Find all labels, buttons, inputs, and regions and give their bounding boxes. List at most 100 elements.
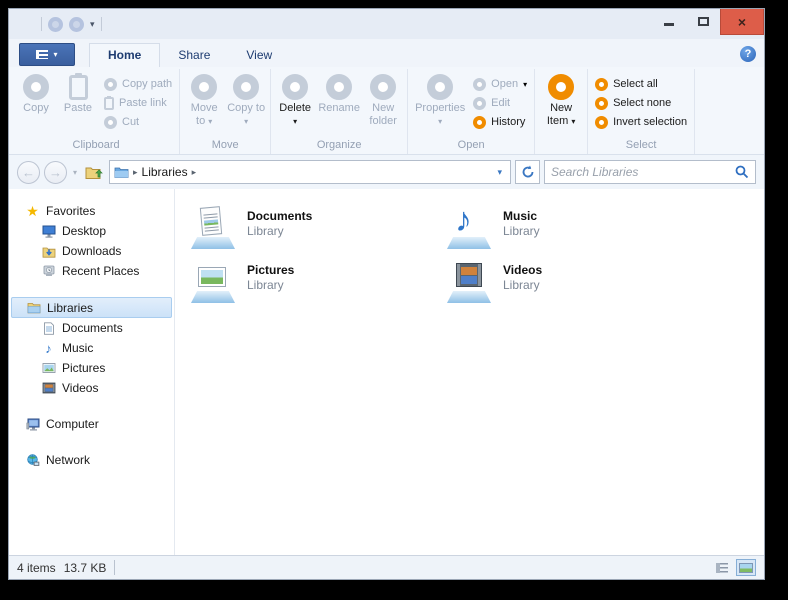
open-button[interactable]: Open ▾: [473, 76, 527, 92]
search-icon[interactable]: [735, 165, 749, 179]
selection-size: 13.7 KB: [64, 561, 107, 575]
recent-pages-chevron-icon[interactable]: ▾: [73, 168, 77, 177]
copy-path-button[interactable]: Copy path: [104, 76, 172, 92]
library-tile-music[interactable]: ♪ Music Library: [439, 203, 695, 257]
edit-icon: [473, 97, 486, 110]
qat-customize-chevron-icon[interactable]: ▾: [90, 20, 95, 29]
qat-button-2-icon[interactable]: [69, 17, 84, 32]
rename-icon: [326, 74, 352, 100]
sidebar-item-label: Documents: [62, 321, 123, 335]
sidebar-item-documents[interactable]: Documents: [11, 318, 172, 338]
copy-to-icon: [233, 74, 259, 100]
ribbon-group-organize: Delete▾ Rename New folder Organize: [271, 69, 408, 154]
new-folder-button[interactable]: New folder: [362, 71, 404, 128]
invert-selection-icon: [595, 116, 608, 129]
library-tile-videos[interactable]: Videos Library: [439, 257, 695, 311]
refresh-icon: [521, 165, 535, 179]
library-tile-documents[interactable]: Documents Library: [183, 203, 439, 257]
rename-button[interactable]: Rename: [316, 71, 362, 115]
file-menu-button[interactable]: ▾: [19, 43, 75, 66]
item-type: Library: [247, 278, 294, 292]
history-button[interactable]: History: [473, 114, 527, 130]
recent-places-icon: [41, 264, 56, 279]
item-name: Videos: [503, 263, 542, 277]
refresh-button[interactable]: [515, 160, 540, 184]
star-icon: ★: [25, 204, 40, 219]
group-label-move: Move: [183, 137, 267, 154]
search-input[interactable]: [545, 165, 735, 179]
details-view-button[interactable]: [712, 559, 732, 576]
search-box: [544, 160, 756, 184]
breadcrumb-libraries[interactable]: Libraries: [142, 165, 188, 179]
ribbon-group-new: New Item ▾: [535, 69, 588, 154]
sidebar-item-downloads[interactable]: Downloads: [11, 241, 172, 261]
delete-button[interactable]: Delete▾: [274, 71, 316, 128]
properties-icon: [427, 74, 453, 100]
sidebar-item-pictures[interactable]: Pictures: [11, 358, 172, 378]
sidebar-item-label: Network: [46, 453, 90, 467]
breadcrumb-arrow-icon[interactable]: ▸: [192, 167, 197, 178]
sidebar-gap: [9, 398, 174, 414]
maximize-icon: [698, 17, 709, 26]
move-to-button[interactable]: Move to ▾: [183, 71, 225, 128]
tab-view[interactable]: View: [228, 44, 290, 67]
videos-library-icon: [443, 259, 495, 305]
sidebar-item-videos[interactable]: Videos: [11, 378, 172, 398]
edit-button[interactable]: Edit: [473, 95, 527, 111]
quick-access-toolbar: ▾: [41, 17, 102, 32]
sidebar-item-computer[interactable]: Computer: [11, 414, 172, 434]
select-none-button[interactable]: Select none: [595, 95, 687, 111]
thumbnail-view-button[interactable]: [736, 559, 756, 576]
up-folder-icon: [85, 164, 103, 180]
qat-button-1-icon[interactable]: [48, 17, 63, 32]
select-all-button[interactable]: Select all: [595, 76, 687, 92]
sidebar-item-libraries[interactable]: Libraries: [11, 297, 172, 318]
group-label-organize: Organize: [274, 137, 404, 154]
new-item-button[interactable]: New Item ▾: [538, 71, 584, 128]
close-button[interactable]: ×: [720, 9, 764, 35]
sidebar-item-favorites[interactable]: ★ Favorites: [11, 201, 172, 221]
back-button[interactable]: ←: [17, 161, 40, 184]
tab-home[interactable]: Home: [89, 43, 160, 67]
address-box[interactable]: ▸ Libraries ▸ ▾: [109, 160, 511, 184]
downloads-icon: [41, 244, 56, 259]
sidebar-item-label: Libraries: [47, 301, 93, 315]
main-area: ★ Favorites Desktop Downloads Recent Pl: [9, 189, 764, 555]
divider: [114, 560, 115, 575]
item-count: 4 items: [17, 561, 56, 575]
details-view-icon: [716, 563, 728, 573]
copy-to-button[interactable]: Copy to ▾: [225, 71, 267, 128]
copy-button[interactable]: Copy: [16, 71, 56, 115]
sidebar-item-music[interactable]: ♪ Music: [11, 338, 172, 358]
ribbon-group-clipboard: Copy Paste Copy path Paste link: [13, 69, 180, 154]
maximize-button[interactable]: [686, 9, 720, 31]
forward-button[interactable]: →: [44, 161, 67, 184]
invert-selection-button[interactable]: Invert selection: [595, 114, 687, 130]
paste-link-button[interactable]: Paste link: [104, 95, 172, 111]
address-history-chevron-icon[interactable]: ▾: [493, 167, 506, 178]
tab-share[interactable]: Share: [160, 44, 228, 67]
sidebar-item-desktop[interactable]: Desktop: [11, 221, 172, 241]
close-icon: ×: [738, 14, 746, 30]
cut-button[interactable]: Cut: [104, 114, 172, 130]
breadcrumb-arrow-icon: ▸: [133, 167, 138, 178]
item-name: Music: [503, 209, 540, 223]
properties-button[interactable]: Properties▾: [411, 71, 469, 128]
paste-icon: [69, 75, 88, 100]
group-label-clipboard: Clipboard: [16, 137, 176, 154]
paste-button[interactable]: Paste: [56, 71, 100, 115]
up-button[interactable]: [83, 161, 105, 183]
library-tile-pictures[interactable]: Pictures Library: [183, 257, 439, 311]
sidebar-gap: [9, 434, 174, 450]
item-type: Library: [503, 224, 540, 238]
help-button[interactable]: ?: [740, 46, 756, 62]
sidebar-item-recent-places[interactable]: Recent Places: [11, 261, 172, 281]
file-list: Documents Library ♪ Music Library: [175, 189, 764, 555]
music-note-icon: ♪: [41, 341, 56, 356]
pictures-library-icon: [187, 259, 239, 305]
minimize-button[interactable]: [652, 9, 686, 31]
sidebar-item-network[interactable]: Network: [11, 450, 172, 470]
documents-library-icon: [187, 205, 239, 251]
titlebar: ▾ ×: [9, 9, 764, 39]
chevron-down-icon: ▾: [571, 117, 575, 126]
